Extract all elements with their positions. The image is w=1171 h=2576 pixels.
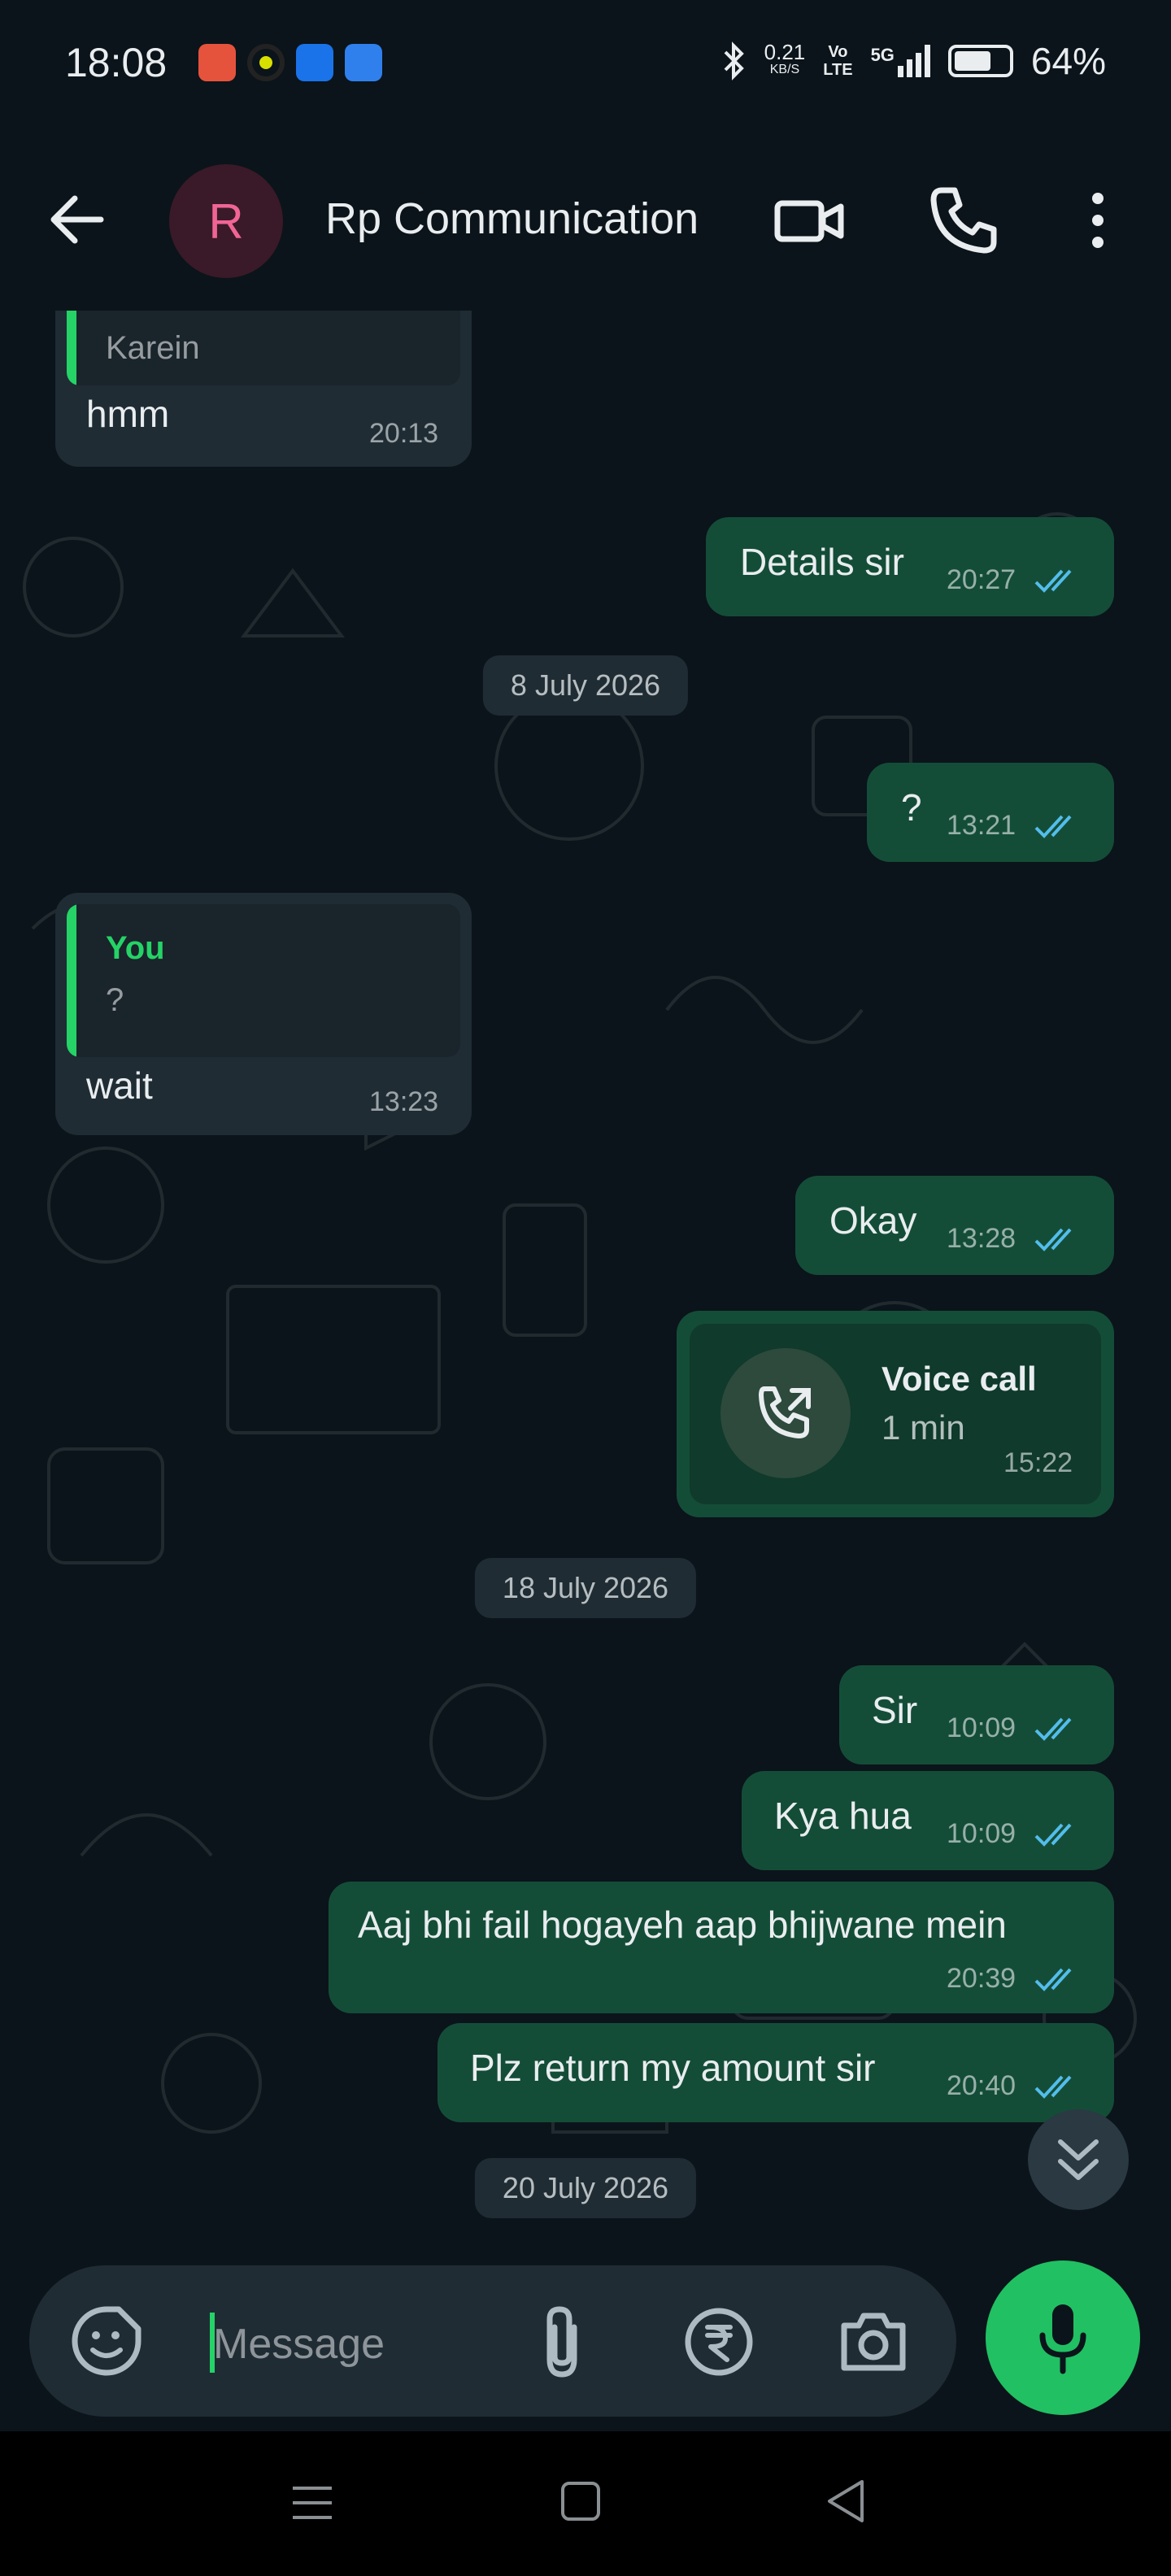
- message-bubble-incoming[interactable]: Karein hmm 20:13: [55, 311, 472, 467]
- message-bubble-outgoing[interactable]: Plz return my amount sir 20:40: [437, 2023, 1114, 2122]
- message-bubble-outgoing[interactable]: Details sir 20:27: [706, 517, 1114, 616]
- status-right: 0.21 KB/S Vo LTE 5G 64%: [722, 39, 1106, 83]
- message-text: Kya hua: [774, 1795, 912, 1837]
- quote-bar: [67, 311, 76, 385]
- message-text: Sir: [872, 1689, 918, 1731]
- message-bubble-outgoing[interactable]: Aaj bhi fail hogayeh aap bhijwane mein 2…: [329, 1882, 1114, 2013]
- chat-area[interactable]: Karein hmm 20:13 Details sir 20:27 8 Jul…: [0, 311, 1171, 2257]
- message-text: ?: [901, 786, 922, 829]
- quoted-message[interactable]: You ?: [67, 904, 460, 1057]
- mic-button[interactable]: [986, 2261, 1140, 2415]
- scroll-to-bottom-button[interactable]: [1028, 2109, 1129, 2210]
- read-ticks-icon: [1034, 1228, 1072, 1251]
- net-speed: 0.21 KB/S: [764, 40, 806, 79]
- chat-header: R Rp Communication: [0, 130, 1171, 311]
- more-vertical-icon[interactable]: [1073, 184, 1122, 257]
- call-card[interactable]: Voice call 1 min 15:22: [690, 1324, 1101, 1504]
- net-speed-value: 0.21: [764, 40, 806, 64]
- date-separator: 8 July 2026: [482, 655, 689, 716]
- message-text: hmm: [86, 393, 170, 435]
- message-bubble-outgoing[interactable]: Okay 13:28: [795, 1176, 1114, 1275]
- date-separator: 20 July 2026: [474, 2158, 697, 2218]
- camera-icon[interactable]: [838, 2306, 909, 2374]
- outgoing-call-icon: [759, 1386, 811, 1438]
- read-ticks-icon: [1034, 569, 1072, 593]
- quote-text: ?: [106, 982, 124, 1018]
- home-icon[interactable]: [558, 2478, 603, 2524]
- message-input[interactable]: [211, 2311, 524, 2378]
- message-bubble-outgoing[interactable]: Kya hua 10:09: [742, 1771, 1114, 1870]
- quote-author: You: [106, 930, 165, 966]
- net-speed-unit: KB/S: [769, 63, 800, 76]
- read-ticks-icon: [1034, 815, 1072, 838]
- contact-avatar[interactable]: R: [169, 164, 283, 278]
- battery-level: 64%: [1030, 40, 1106, 82]
- read-ticks-icon: [1034, 2075, 1072, 2099]
- call-icon-circle: [720, 1348, 851, 1478]
- system-nav-bar: [0, 2431, 1171, 2576]
- video-camera-icon[interactable]: [773, 184, 846, 257]
- message-bubble-outgoing[interactable]: Sir 10:09: [839, 1665, 1114, 1764]
- message-text: wait: [86, 1064, 153, 1107]
- phone-app-icon: [296, 44, 333, 81]
- message-time: 15:22: [1003, 1447, 1073, 1478]
- message-time: 13:21: [947, 810, 1016, 841]
- notification-icons: [198, 44, 382, 81]
- message-time: 13:23: [369, 1086, 439, 1117]
- back-nav-icon[interactable]: [823, 2477, 868, 2526]
- message-time: 10:09: [947, 1818, 1016, 1849]
- volte-indicator: Vo LTE: [823, 43, 852, 79]
- store-app-icon: [345, 44, 382, 81]
- double-chevron-down-icon: [1058, 2139, 1099, 2180]
- message-text: Aaj bhi fail hogayeh aap bhijwane mein: [358, 1904, 1007, 1946]
- message-time: 20:27: [947, 564, 1016, 595]
- voice-call-bubble[interactable]: Voice call 1 min 15:22: [677, 1311, 1114, 1517]
- recent-apps-icon[interactable]: [289, 2480, 335, 2526]
- call-title: Voice call: [882, 1360, 1037, 1398]
- read-ticks-icon: [1034, 1968, 1072, 1991]
- quote-text: Karein: [106, 330, 200, 366]
- avatar-initial: R: [208, 194, 244, 249]
- phone-icon[interactable]: [927, 184, 1000, 257]
- quote-bar: [67, 904, 76, 1057]
- call-duration: 1 min: [882, 1408, 965, 1447]
- microphone-icon: [1039, 2304, 1086, 2374]
- volte-line2: LTE: [823, 61, 853, 79]
- quoted-message[interactable]: Karein: [67, 311, 460, 385]
- battery-icon: [947, 45, 1013, 77]
- message-text: Details sir: [740, 541, 904, 583]
- status-bar: 18:08 0.21 KB/S Vo LTE 5G 64%: [0, 0, 1171, 130]
- message-time: 20:39: [947, 1963, 1016, 1994]
- paperclip-icon[interactable]: [533, 2303, 590, 2381]
- message-composer: [29, 2265, 956, 2417]
- bluetooth-icon: [724, 41, 744, 80]
- rupee-icon[interactable]: [683, 2306, 755, 2378]
- message-time: 20:40: [947, 2070, 1016, 2101]
- message-bubble-outgoing[interactable]: ? 13:21: [867, 763, 1114, 862]
- volte-line1: Vo: [828, 43, 848, 61]
- read-ticks-icon: [1034, 1717, 1072, 1741]
- tata-app-icon: [198, 44, 236, 81]
- message-text: Okay: [829, 1199, 917, 1242]
- message-time: 13:28: [947, 1223, 1016, 1254]
- camera-dot-icon: [247, 44, 285, 81]
- date-separator: 18 July 2026: [474, 1558, 697, 1618]
- sticker-emoji-icon[interactable]: [70, 2304, 143, 2378]
- message-text: Plz return my amount sir: [470, 2047, 876, 2089]
- status-time: 18:08: [65, 40, 168, 85]
- message-time: 20:13: [369, 418, 439, 449]
- signal-icon: 5G: [871, 45, 930, 77]
- contact-name[interactable]: Rp Communication: [325, 194, 699, 244]
- message-time: 10:09: [947, 1712, 1016, 1743]
- read-ticks-icon: [1034, 1823, 1072, 1847]
- network-type: 5G: [870, 45, 895, 65]
- message-bubble-incoming[interactable]: You ? wait 13:23: [55, 893, 472, 1135]
- arrow-left-icon[interactable]: [46, 189, 107, 250]
